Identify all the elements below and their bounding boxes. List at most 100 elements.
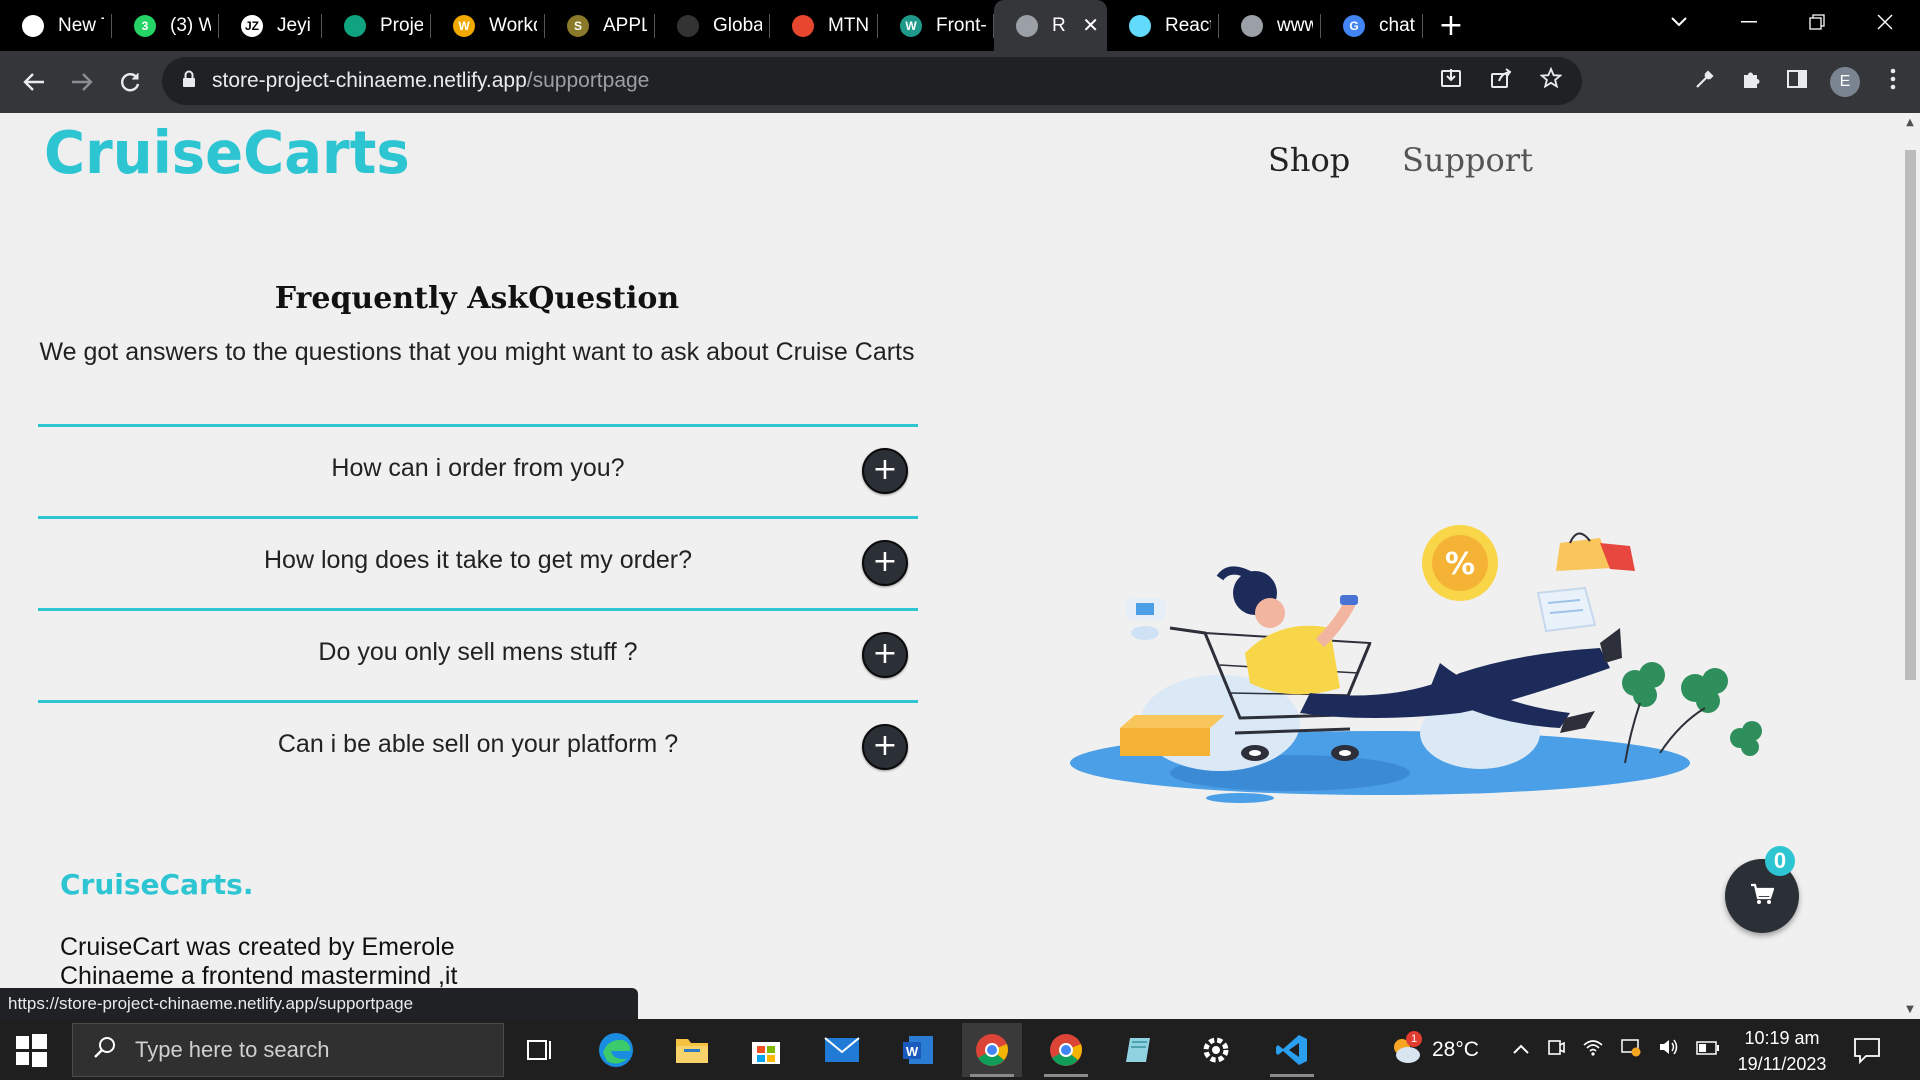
faq-item[interactable]: How long does it take to get my order? + — [38, 516, 918, 608]
new-tab-button[interactable]: + — [1429, 8, 1473, 43]
faq-list: How can i order from you? + How long doe… — [38, 424, 918, 792]
notepad-app-icon[interactable] — [1110, 1023, 1170, 1077]
mail-icon[interactable] — [812, 1023, 872, 1077]
battery-icon[interactable] — [1696, 1039, 1720, 1060]
wifi-icon[interactable] — [1582, 1037, 1604, 1062]
tab-active[interactable]: Re✕ — [994, 0, 1107, 51]
faq-item[interactable]: Do you only sell mens stuff ? + — [38, 608, 918, 700]
faq-question[interactable]: Can i be able sell on your platform ? — [38, 730, 918, 759]
browser-tab[interactable]: New Ta — [0, 0, 112, 51]
nav-shop-link[interactable]: Shop — [1268, 141, 1350, 179]
scroll-down-arrow-icon[interactable]: ▼ — [1900, 1004, 1920, 1015]
cart-icon — [1750, 883, 1775, 909]
clock-time: 10:19 am — [1744, 1028, 1820, 1048]
notification-center-icon[interactable] — [1852, 1035, 1882, 1065]
footer-logo: CruiseCarts. — [60, 868, 254, 901]
eyedropper-extension-icon[interactable] — [1692, 68, 1718, 96]
scroll-up-arrow-icon[interactable]: ▲ — [1900, 117, 1920, 128]
openai-icon — [344, 14, 366, 37]
edge-browser-icon[interactable] — [586, 1023, 646, 1077]
profile-avatar[interactable]: E — [1830, 67, 1860, 97]
settings-gear-icon[interactable] — [1186, 1023, 1246, 1077]
file-explorer-icon[interactable] — [662, 1023, 722, 1077]
site-header: CruiseCarts Shop Support — [0, 113, 1900, 225]
vscode-icon[interactable] — [1262, 1023, 1322, 1077]
install-app-icon[interactable] — [1438, 67, 1464, 95]
bookmark-star-icon[interactable] — [1538, 66, 1564, 95]
chrome-profile-taskbar-icon[interactable] — [1036, 1023, 1096, 1077]
tab-search-button[interactable] — [1644, 0, 1714, 44]
toolbar-right-icons: E — [1692, 51, 1906, 113]
faq-item[interactable]: How can i order from you? + — [38, 424, 918, 516]
share-icon[interactable] — [1488, 67, 1514, 95]
browser-tab[interactable]: Global — [655, 0, 770, 51]
tab-title: Project — [380, 14, 423, 36]
browser-tab[interactable]: Gchatgp — [1321, 0, 1423, 51]
browser-tab[interactable]: MTN – — [770, 0, 878, 51]
browser-tab[interactable]: W Workd — [431, 0, 545, 51]
page-scrollbar[interactable]: ▲ ▼ — [1900, 113, 1920, 1019]
tab-title: React / — [1165, 14, 1211, 36]
browser-tab[interactable]: W Front-e — [878, 0, 994, 51]
browser-tab[interactable]: React / — [1107, 0, 1219, 51]
mtn-icon — [792, 14, 814, 37]
whatsapp-icon: 3 — [134, 14, 156, 37]
workday-icon: W — [453, 14, 475, 37]
browser-tab[interactable]: 3 (3) Wh — [112, 0, 219, 51]
reload-button[interactable] — [106, 58, 154, 106]
tab-title: Re — [1052, 14, 1066, 36]
expand-plus-icon[interactable]: + — [862, 540, 908, 586]
globe-icon — [1241, 14, 1263, 37]
taskbar-search-placeholder: Type here to search — [135, 1037, 330, 1062]
faq-item[interactable]: Can i be able sell on your platform ? + — [38, 700, 918, 792]
task-view-icon[interactable] — [510, 1023, 570, 1077]
windows-start-icon[interactable] — [14, 1033, 48, 1067]
faq-subtitle: We got answers to the questions that you… — [39, 338, 915, 366]
minimize-button[interactable] — [1714, 0, 1784, 44]
url-path: /supportpage — [526, 69, 650, 92]
cart-count-badge: 0 — [1765, 846, 1795, 876]
forward-button[interactable] — [58, 58, 106, 106]
network-alert-icon[interactable] — [1620, 1037, 1642, 1062]
volume-icon[interactable] — [1658, 1037, 1680, 1062]
browser-tab[interactable]: www.g — [1219, 0, 1321, 51]
expand-plus-icon[interactable]: + — [862, 448, 908, 494]
taskbar-clock[interactable]: 10:19 am 19/11/2023 — [1730, 1025, 1834, 1077]
browser-tab[interactable]: Project — [322, 0, 431, 51]
chrome-taskbar-icon[interactable] — [962, 1023, 1022, 1077]
microsoft-store-icon[interactable] — [736, 1023, 796, 1077]
weather-cloud-sun-icon: 1 — [1388, 1030, 1422, 1067]
taskbar-search-box[interactable]: Type here to search — [72, 1023, 504, 1077]
restore-button[interactable] — [1782, 0, 1852, 44]
weather-temperature: 28°C — [1432, 1037, 1479, 1061]
tab-title: Global — [713, 14, 762, 36]
close-window-button[interactable] — [1850, 0, 1920, 44]
faq-question[interactable]: Do you only sell mens stuff ? — [38, 638, 918, 667]
faq-question[interactable]: How long does it take to get my order? — [38, 546, 918, 575]
extensions-puzzle-icon[interactable] — [1738, 68, 1764, 96]
faq-question[interactable]: How can i order from you? — [38, 454, 918, 483]
scrollbar-thumb[interactable] — [1905, 150, 1916, 680]
meet-now-icon[interactable] — [1546, 1037, 1566, 1062]
weather-widget[interactable]: 1 28°C — [1388, 1019, 1479, 1080]
nav-support-link[interactable]: Support — [1402, 141, 1533, 179]
windows-taskbar: Type here to search W 1 28°C 10:19 am 19… — [0, 1019, 1920, 1080]
frontend-icon: W — [900, 14, 922, 37]
expand-plus-icon[interactable]: + — [862, 632, 908, 678]
side-panel-icon[interactable] — [1784, 69, 1810, 95]
expand-plus-icon[interactable]: + — [862, 724, 908, 770]
search-icon — [93, 1036, 117, 1064]
browser-tab[interactable]: JZ Jeyi Ad — [219, 0, 322, 51]
address-bar[interactable]: store-project-chinaeme.netlify.app/suppo… — [162, 57, 1582, 105]
shopping-cart-illustration: % — [1070, 525, 1762, 803]
chrome-menu-icon[interactable] — [1880, 68, 1906, 96]
jeyi-icon: JZ — [241, 14, 263, 37]
close-tab-icon[interactable]: ✕ — [1066, 13, 1099, 38]
word-icon[interactable]: W — [888, 1023, 948, 1077]
back-button[interactable] — [10, 58, 58, 106]
google-icon: G — [1343, 14, 1365, 37]
site-logo[interactable]: CruiseCarts — [44, 119, 410, 187]
tab-title: chatgp — [1379, 14, 1415, 36]
chevron-up-icon[interactable] — [1512, 1039, 1530, 1060]
browser-tab[interactable]: S APPLY: — [545, 0, 655, 51]
